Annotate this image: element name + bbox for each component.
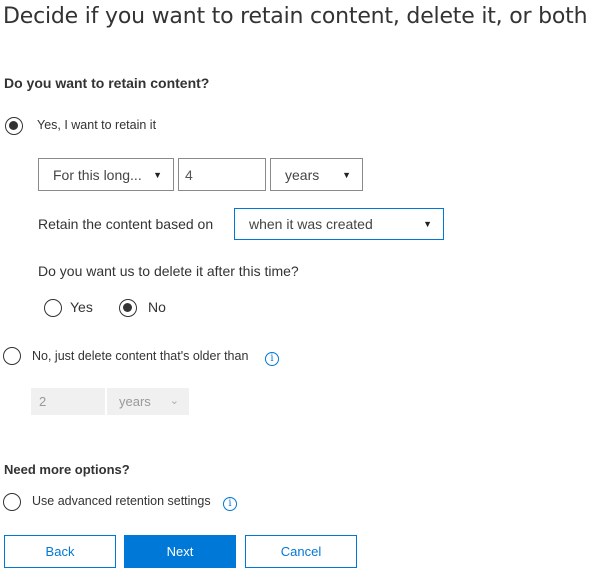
cancel-button[interactable]: Cancel (245, 535, 357, 568)
delete-only-value-input[interactable]: 2 (31, 388, 105, 415)
duration-value-input[interactable]: 4 (178, 158, 266, 191)
retain-yes-radio[interactable] (5, 117, 23, 135)
next-button[interactable]: Next (124, 535, 236, 568)
caret-down-icon: ▼ (423, 219, 432, 229)
caret-down-icon: ▼ (342, 170, 351, 180)
based-on-value: when it was created (249, 216, 373, 232)
caret-down-icon: ▼ (153, 170, 162, 180)
based-on-select[interactable]: when it was created ▼ (234, 208, 444, 240)
delete-after-no-label[interactable]: No (148, 299, 166, 315)
delete-only-unit-value: years (119, 394, 151, 409)
retain-yes-label[interactable]: Yes, I want to retain it (37, 118, 156, 132)
info-icon[interactable]: i (223, 497, 237, 511)
duration-type-select[interactable]: For this long... ▼ (38, 158, 174, 191)
delete-only-unit-select[interactable]: years ⌄ (107, 388, 189, 415)
retain-heading: Do you want to retain content? (4, 75, 210, 91)
delete-after-no-radio[interactable] (119, 299, 137, 317)
more-options-heading: Need more options? (4, 462, 130, 477)
duration-unit-value: years (285, 166, 320, 183)
delete-only-radio[interactable] (3, 347, 21, 365)
based-on-label: Retain the content based on (38, 216, 214, 232)
duration-type-value: For this long... (53, 166, 142, 183)
advanced-label[interactable]: Use advanced retention settings (32, 494, 211, 508)
delete-after-yes-radio[interactable] (44, 299, 62, 317)
advanced-radio[interactable] (3, 493, 21, 511)
back-button[interactable]: Back (4, 535, 116, 568)
page-title: Decide if you want to retain content, de… (3, 4, 588, 29)
chevron-down-icon: ⌄ (169, 395, 179, 407)
delete-only-label[interactable]: No, just delete content that's older tha… (32, 349, 248, 363)
delete-after-question: Do you want us to delete it after this t… (38, 263, 299, 279)
info-icon[interactable]: i (265, 352, 279, 366)
duration-unit-select[interactable]: years ▼ (270, 158, 363, 191)
delete-after-yes-label[interactable]: Yes (70, 299, 93, 315)
